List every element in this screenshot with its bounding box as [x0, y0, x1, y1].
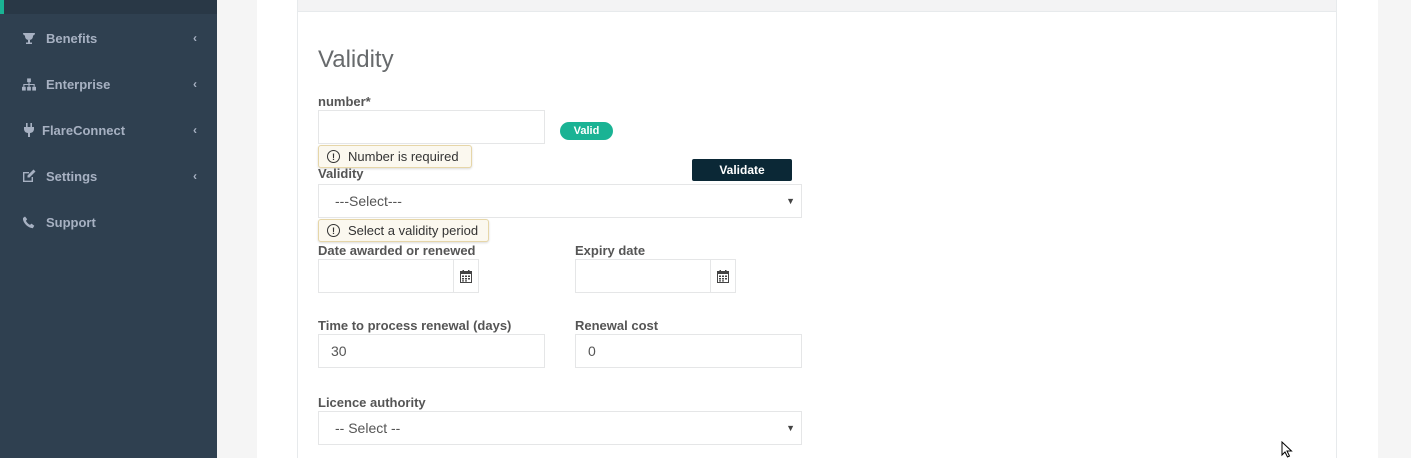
active-indicator — [0, 0, 4, 14]
validity-selected-value: ---Select--- — [335, 193, 402, 209]
expiry-date-label: Expiry date — [575, 243, 646, 258]
sidebar-item-flareconnect[interactable]: FlareConnect ‹ — [0, 107, 217, 153]
edit-icon — [22, 169, 36, 183]
sidebar-item-label: FlareConnect — [42, 122, 126, 138]
sidebar-item-support[interactable]: Support — [0, 199, 217, 245]
sitemap-icon — [22, 77, 36, 91]
chevron-left-icon: ‹ — [193, 31, 197, 45]
sidebar-item-enterprise[interactable]: Enterprise ‹ — [0, 61, 217, 107]
panel-header-strip — [297, 0, 1337, 12]
phone-icon — [22, 215, 36, 229]
error-message: Select a validity period — [348, 223, 479, 238]
date-awarded-input[interactable] — [318, 259, 454, 293]
caret-down-icon: ▼ — [786, 196, 795, 206]
trophy-icon — [22, 31, 36, 45]
sidebar-item-label: Benefits — [46, 30, 98, 46]
time-to-process-input[interactable] — [318, 334, 545, 368]
licence-authority-label: Licence authority — [318, 395, 426, 410]
sidebar: Benefits ‹ Enterprise ‹ FlareConnect ‹ S… — [0, 0, 217, 458]
expiry-date-group — [575, 259, 736, 293]
exclamation-icon: ! — [327, 150, 340, 163]
error-message: Number is required — [348, 149, 459, 164]
validity-select[interactable]: ---Select--- ▼ — [318, 184, 802, 218]
expiry-date-input[interactable] — [575, 259, 711, 293]
number-error-tooltip: ! Number is required — [318, 145, 472, 168]
renewal-cost-label: Renewal cost — [575, 318, 659, 333]
number-label: number* — [318, 94, 371, 109]
valid-badge: Valid — [560, 122, 613, 140]
plug-icon — [22, 123, 36, 137]
caret-down-icon: ▼ — [786, 423, 795, 433]
calendar-icon[interactable] — [454, 259, 479, 293]
section-title: Validity — [318, 46, 394, 73]
calendar-icon[interactable] — [711, 259, 736, 293]
sidebar-item-label: Enterprise — [46, 76, 111, 92]
chevron-left-icon: ‹ — [193, 123, 197, 137]
sidebar-item-benefits[interactable]: Benefits ‹ — [0, 15, 217, 61]
chevron-left-icon: ‹ — [193, 77, 197, 91]
validity-error-tooltip: ! Select a validity period — [318, 219, 489, 242]
date-awarded-label: Date awarded or renewed — [318, 243, 476, 258]
renewal-cost-input[interactable] — [575, 334, 802, 368]
validity-label: Validity — [318, 166, 364, 181]
licence-authority-select[interactable]: -- Select -- ▼ — [318, 411, 802, 445]
sidebar-item-settings[interactable]: Settings ‹ — [0, 153, 217, 199]
licence-authority-selected-value: -- Select -- — [335, 420, 401, 436]
number-input[interactable] — [318, 110, 545, 144]
exclamation-icon: ! — [327, 224, 340, 237]
mouse-cursor-icon — [1281, 440, 1295, 458]
sidebar-item-label: Support — [46, 214, 96, 230]
validate-button[interactable]: Validate — [692, 159, 792, 181]
date-awarded-group — [318, 259, 479, 293]
sidebar-active-item-edge[interactable] — [0, 0, 217, 14]
time-to-process-label: Time to process renewal (days) — [318, 318, 512, 333]
sidebar-item-label: Settings — [46, 168, 98, 184]
chevron-left-icon: ‹ — [193, 169, 197, 183]
